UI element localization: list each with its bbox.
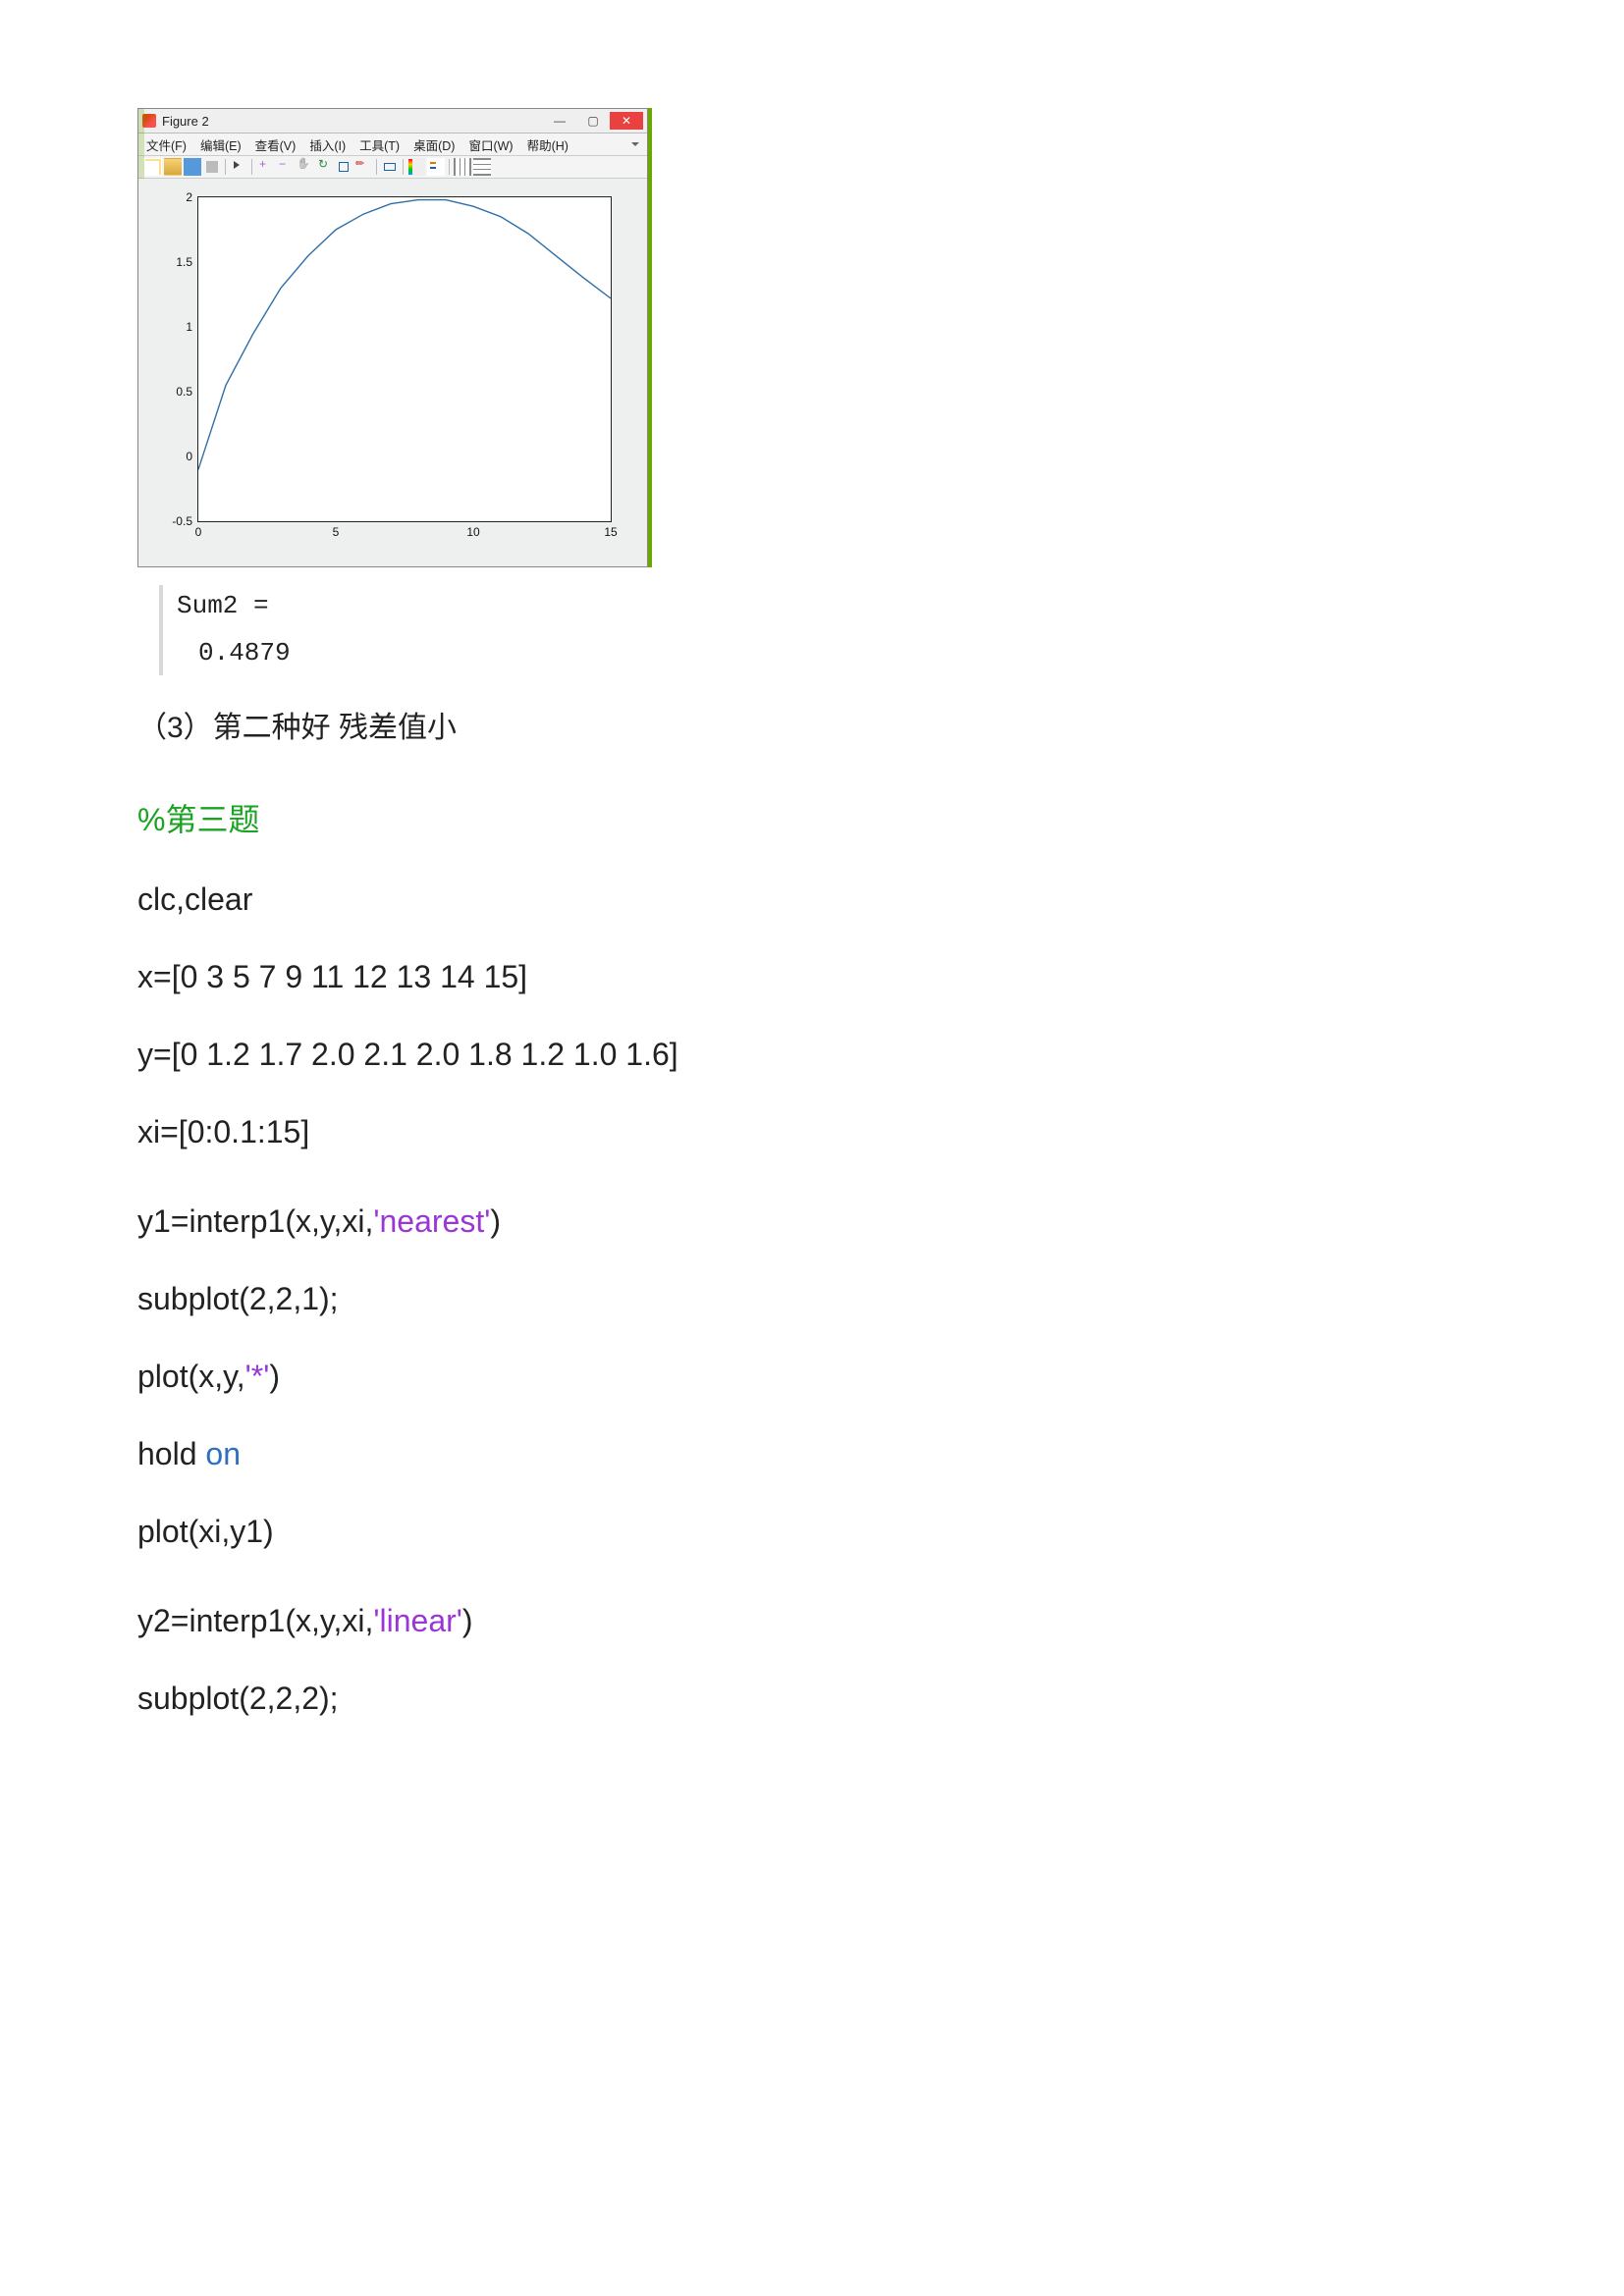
code-line: y2=interp1(x,y,xi,'linear') <box>137 1603 1487 1639</box>
minimize-button[interactable]: — <box>543 112 576 130</box>
xtick: 15 <box>604 525 617 539</box>
code-line: subplot(2,2,2); <box>137 1681 1487 1717</box>
ytick: 1.5 <box>176 255 192 269</box>
ytick: 0.5 <box>176 385 192 399</box>
close-button[interactable]: ✕ <box>610 112 643 130</box>
ytick: 0 <box>186 450 192 463</box>
colorbar-icon[interactable] <box>407 158 425 176</box>
output-value: 0.4879 <box>177 620 1487 667</box>
rotate3d-icon[interactable] <box>315 158 333 176</box>
code-line: plot(xi,y1) <box>137 1514 1487 1550</box>
new-figure-icon[interactable] <box>144 158 162 176</box>
code-comment: %第三题 <box>137 802 259 837</box>
code-line: y=[0 1.2 1.7 2.0 2.1 2.0 1.8 1.2 1.0 1.6… <box>137 1037 1487 1073</box>
edit-plot-icon[interactable] <box>230 158 247 176</box>
menu-overflow-icon[interactable] <box>631 142 639 146</box>
menu-window[interactable]: 窗口(W) <box>468 135 513 154</box>
xtick: 10 <box>466 525 479 539</box>
dock-icon[interactable] <box>473 158 491 176</box>
menu-desktop[interactable]: 桌面(D) <box>413 135 455 154</box>
axes[interactable]: -0.5 0 0.5 1 1.5 2 0 5 10 15 <box>197 196 612 522</box>
code-block: %第三题 clc,clear x=[0 3 5 7 9 11 12 13 14 … <box>137 795 1487 1717</box>
ytick: 1 <box>186 320 192 334</box>
zoom-out-icon[interactable] <box>276 158 294 176</box>
menu-tools[interactable]: 工具(T) <box>359 135 400 154</box>
menu-help[interactable]: 帮助(H) <box>527 135 568 154</box>
link-plot-icon[interactable] <box>381 158 399 176</box>
command-output: Sum2 = 0.4879 <box>159 585 1487 675</box>
code-line: clc,clear <box>137 881 1487 918</box>
ytick: 2 <box>186 190 192 204</box>
open-file-icon[interactable] <box>164 158 182 176</box>
menubar: 文件(F) 编辑(E) 查看(V) 插入(I) 工具(T) 桌面(D) 窗口(W… <box>138 133 647 156</box>
menu-insert[interactable]: 插入(I) <box>309 135 346 154</box>
pan-icon[interactable] <box>296 158 313 176</box>
code-line: xi=[0:0.1:15] <box>137 1114 1487 1150</box>
print-icon[interactable] <box>203 158 221 176</box>
save-icon[interactable] <box>184 158 201 176</box>
legend-icon[interactable] <box>427 158 445 176</box>
brush-icon[interactable] <box>354 158 372 176</box>
paragraph-3: （3）第二种好 残差值小 <box>137 703 1487 746</box>
xtick: 0 <box>195 525 202 539</box>
zoom-in-icon[interactable] <box>256 158 274 176</box>
titlebar: Figure 2 — ▢ ✕ <box>138 109 647 133</box>
xtick: 5 <box>333 525 340 539</box>
window-title: Figure 2 <box>162 114 209 129</box>
toolbar <box>138 156 647 179</box>
output-var: Sum2 = <box>177 591 1487 620</box>
code-line: subplot(2,2,1); <box>137 1281 1487 1317</box>
code-line: y1=interp1(x,y,xi,'nearest') <box>137 1203 1487 1240</box>
page: Figure 2 — ▢ ✕ 文件(F) 编辑(E) 查看(V) 插入(I) 工… <box>0 0 1624 2296</box>
code-line: plot(x,y,'*') <box>137 1359 1487 1395</box>
menu-file[interactable]: 文件(F) <box>146 135 187 154</box>
data-cursor-icon[interactable] <box>335 158 352 176</box>
code-line: hold on <box>137 1436 1487 1472</box>
maximize-button[interactable]: ▢ <box>576 112 610 130</box>
axes-area: -0.5 0 0.5 1 1.5 2 0 5 10 15 <box>138 179 647 566</box>
hide-tools-icon[interactable] <box>454 158 471 176</box>
code-line: x=[0 3 5 7 9 11 12 13 14 15] <box>137 959 1487 995</box>
line-plot <box>198 197 611 521</box>
menu-view[interactable]: 查看(V) <box>255 135 297 154</box>
figure-window: Figure 2 — ▢ ✕ 文件(F) 编辑(E) 查看(V) 插入(I) 工… <box>137 108 648 567</box>
ytick: -0.5 <box>172 514 192 528</box>
matlab-icon <box>142 114 156 128</box>
menu-edit[interactable]: 编辑(E) <box>200 135 242 154</box>
